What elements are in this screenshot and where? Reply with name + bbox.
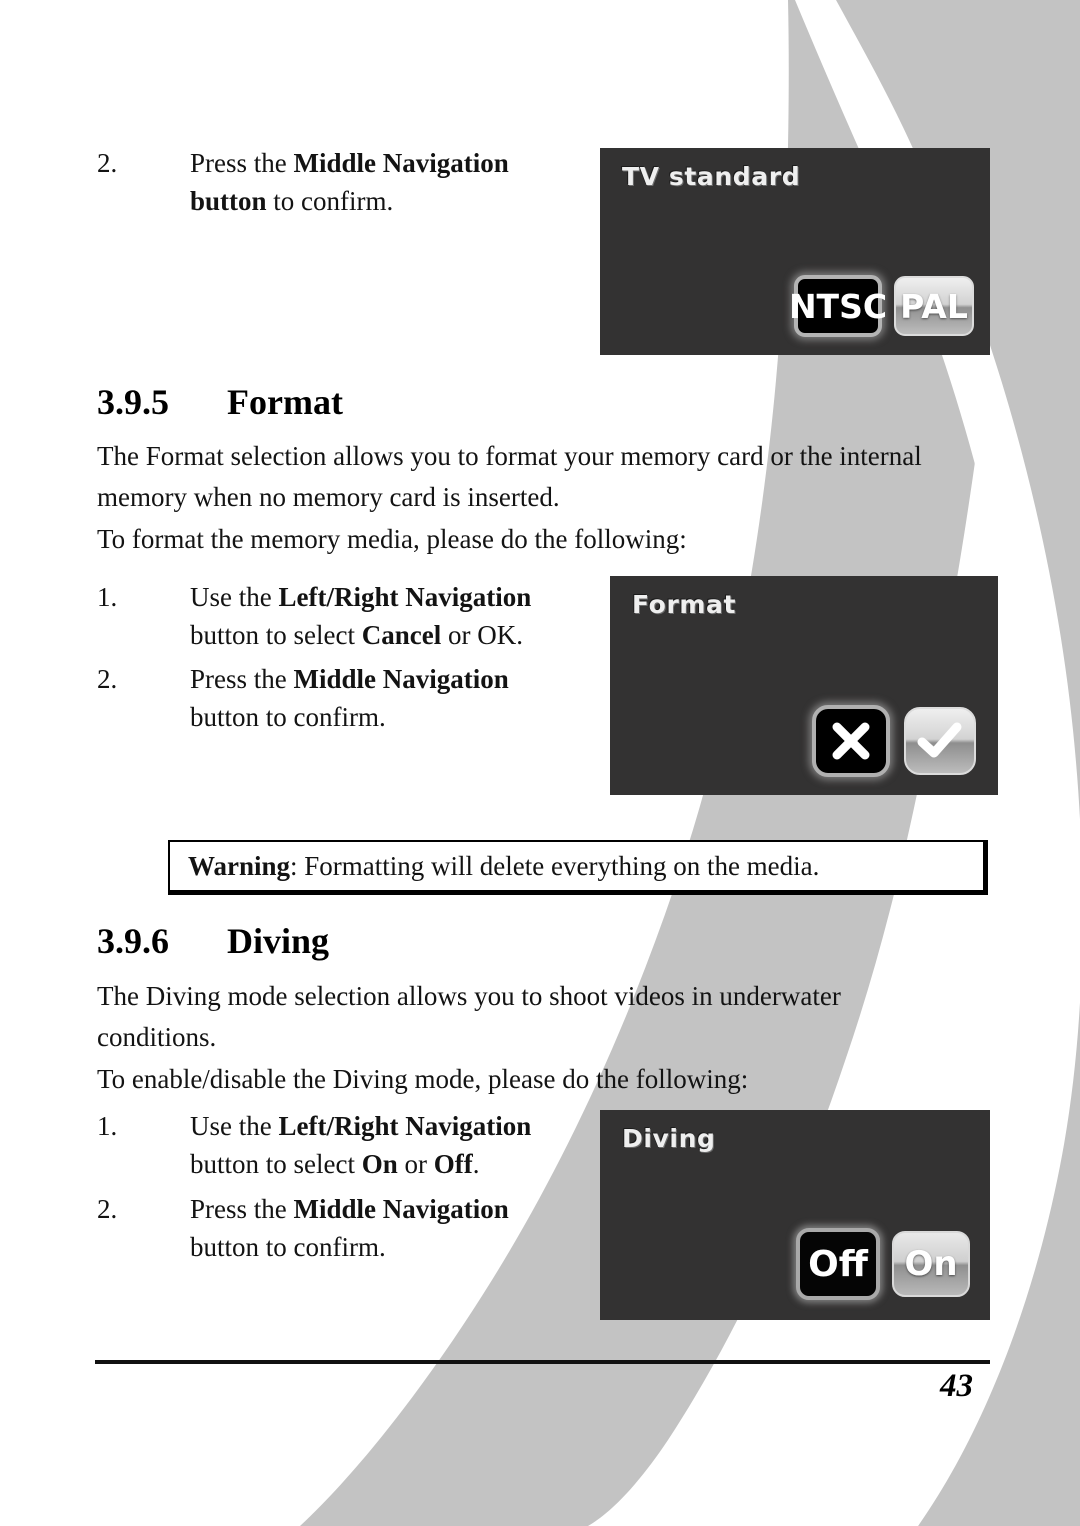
lcd-title: TV standard [622,162,801,191]
step-text-part: Press the [190,664,294,694]
step-text-bold: Left/Right Navigation [278,1111,532,1141]
heading-number: 3.9.5 [97,382,169,422]
step-text-bold: Off [433,1149,473,1179]
step-number: 1. [97,582,118,612]
cross-icon [832,722,870,760]
format-paragraph-1: The Format selection allows you to forma… [97,441,922,512]
step-text-bold: button [190,186,267,216]
lcd-options: Off On [796,1228,970,1300]
step-text-bold: Cancel [361,620,442,650]
ok-option[interactable] [904,707,976,775]
step-text: Press the Middle Navigation button to co… [190,660,509,736]
step-number: 2. [97,664,118,694]
step-text-part: Press the [190,1194,294,1224]
step-text-part: or [397,1149,434,1179]
step-text-bold: Middle Navigation [293,148,509,178]
step-text-part: Press the [190,148,294,178]
warning-box: Warning: Formatting will delete everythi… [168,840,988,895]
on-label: On [904,1244,958,1284]
lcd-title: Diving [622,1124,716,1153]
ntsc-label: NTSC [788,286,888,326]
step-text: Press the Middle Navigation button to co… [190,144,509,220]
step-text-part: Use the [190,582,279,612]
diving-paragraph-1: The Diving mode selection allows you to … [97,981,841,1052]
step-number: 1. [97,1111,118,1141]
ntsc-option[interactable]: NTSC [789,275,887,337]
step-text-bold: Middle Navigation [293,1194,509,1224]
diving-step-1: 1. Use the Left/Right Navigation button … [97,1107,597,1191]
pal-label: PAL [900,286,968,326]
step-text-part: button to confirm. [190,702,386,732]
off-option[interactable]: Off [796,1228,880,1300]
step-text-part: button to confirm. [190,1232,386,1262]
step-text-bold: Middle Navigation [293,664,509,694]
heading-format: 3.9.5 Format [97,380,343,424]
footer-rule [95,1360,990,1364]
heading-title: Format [227,382,343,422]
on-option[interactable]: On [892,1231,970,1297]
step-text-part: button to select [190,620,362,650]
lcd-options: NTSC PAL [789,275,974,337]
format-screenshot: Format [610,576,998,795]
warning-label: Warning [188,851,291,881]
heading-title: Diving [227,921,330,961]
step-text: Use the Left/Right Navigation button to … [190,578,531,654]
tv-standard-screenshot: TV standard NTSC PAL [600,148,990,355]
pal-option[interactable]: PAL [894,276,974,336]
cancel-option[interactable] [812,705,890,777]
step-text-part: . [472,1149,480,1179]
step-text-bold: Left/Right Navigation [278,582,532,612]
lcd-title: Format [632,590,737,619]
diving-step-2: 2. Press the Middle Navigation button to… [97,1190,597,1274]
heading-number: 3.9.6 [97,921,169,961]
check-icon [917,722,962,758]
off-label: Off [808,1243,868,1285]
step-number: 2. [97,1194,118,1224]
manual-page: 2. Press the Middle Navigation button to… [0,0,1080,1526]
step-text-bold: On [361,1149,398,1179]
diving-paragraph-2: To enable/disable the Diving mode, pleas… [97,1064,749,1094]
heading-diving: 3.9.6 Diving [97,919,329,963]
lcd-options [812,705,976,777]
step-text-part: to confirm. [266,186,394,216]
format-step-2: 2. Press the Middle Navigation button to… [97,660,597,744]
warning-text: Warning: Formatting will delete everythi… [170,850,819,882]
diving-screenshot: Diving Off On [600,1110,990,1320]
top-step: 2. Press the Middle Navigation button to… [97,144,577,228]
warning-message: : Formatting will delete everything on t… [290,851,820,881]
step-text-part: button to select [190,1149,362,1179]
step-text: Use the Left/Right Navigation button to … [190,1107,531,1183]
format-step-1: 1. Use the Left/Right Navigation button … [97,578,597,662]
step-text: Press the Middle Navigation button to co… [190,1190,509,1266]
format-paragraph-2: To format the memory media, please do th… [97,524,687,554]
step-number: 2. [97,148,118,178]
step-text-part: Use the [190,1111,279,1141]
page-number: 43 [940,1368,973,1404]
step-text-part: or OK. [441,620,523,650]
